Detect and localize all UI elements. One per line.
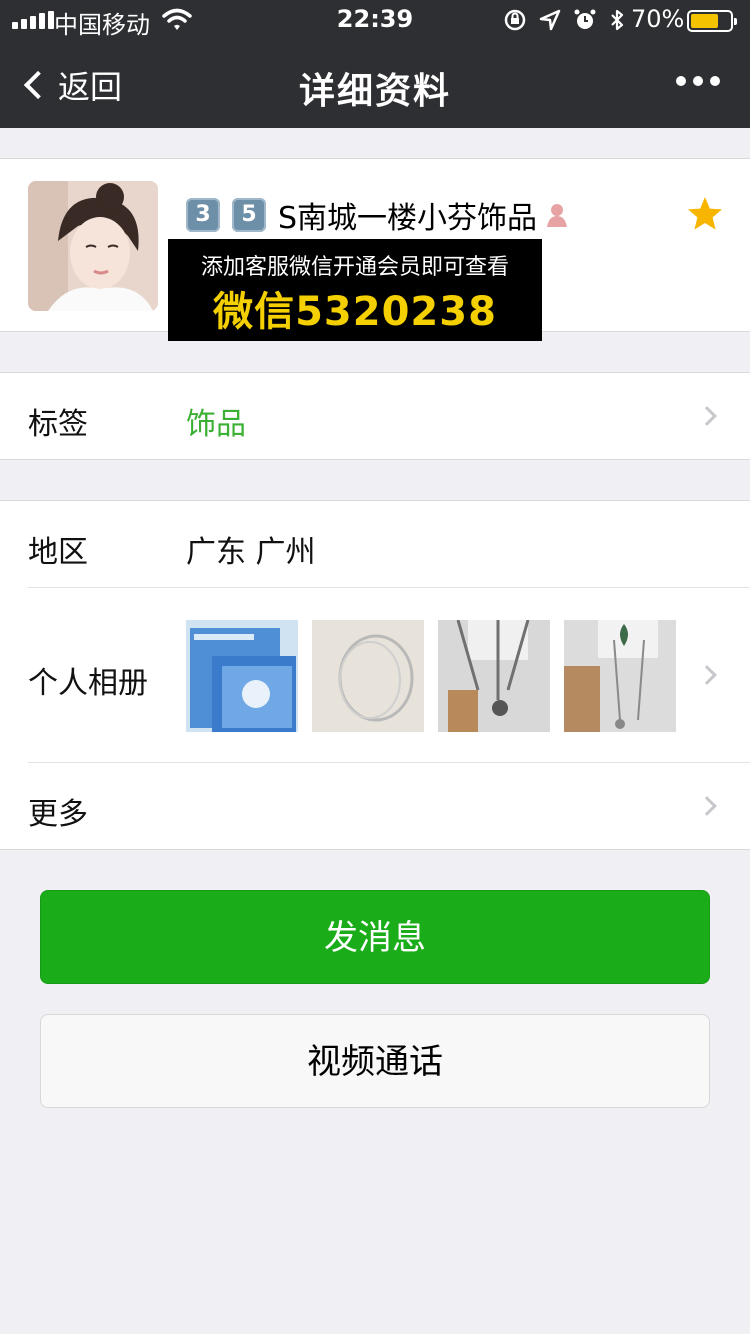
chevron-right-icon bbox=[697, 665, 717, 685]
album-photo bbox=[438, 620, 550, 732]
rotation-lock-icon bbox=[504, 9, 526, 31]
battery-icon bbox=[687, 10, 737, 32]
nav-bar: 返回 详细资料 bbox=[0, 40, 750, 128]
status-bar: 中国移动 22:39 70% bbox=[0, 0, 750, 40]
promo-overlay: 添加客服微信开通会员即可查看 微信5320238 bbox=[168, 239, 542, 341]
number-badge: 5 bbox=[232, 198, 266, 232]
contact-name: S南城一楼小芬饰品 bbox=[278, 201, 538, 236]
promo-line-2: 微信5320238 bbox=[213, 289, 497, 335]
album-photo bbox=[186, 620, 298, 732]
status-icons bbox=[503, 8, 625, 32]
region-row: 地区 广东 广州 bbox=[0, 501, 750, 587]
album-photo bbox=[564, 620, 676, 732]
info-group: 地区 广东 广州 个人相册 更多 bbox=[0, 500, 750, 850]
tags-value: 饰品 bbox=[186, 407, 246, 442]
region-value: 广东 广州 bbox=[186, 535, 316, 570]
more-row[interactable]: 更多 bbox=[0, 763, 750, 849]
top-bar: 中国移动 22:39 70% 返回 详细资料 bbox=[0, 0, 750, 128]
more-options-button[interactable] bbox=[676, 76, 720, 86]
dot-icon bbox=[710, 76, 720, 86]
send-message-button[interactable]: 发消息 bbox=[40, 890, 710, 984]
region-label: 地区 bbox=[28, 535, 88, 570]
profile-card: 3 5 S南城一楼小芬饰品 添加客服微信开通会员即可查看 微信5320238 bbox=[0, 158, 750, 341]
chevron-right-icon bbox=[697, 406, 717, 426]
dot-icon bbox=[676, 76, 686, 86]
video-call-button[interactable]: 视频通话 bbox=[40, 1014, 710, 1108]
more-label: 更多 bbox=[28, 797, 88, 832]
promo-line-1: 添加客服微信开通会员即可查看 bbox=[200, 255, 509, 280]
bluetooth-icon bbox=[611, 9, 624, 31]
album-photo bbox=[312, 620, 424, 732]
avatar[interactable] bbox=[28, 181, 158, 311]
tags-group: 标签 饰品 bbox=[0, 372, 750, 460]
album-label: 个人相册 bbox=[28, 666, 148, 701]
avatar-image bbox=[28, 181, 158, 311]
contact-name-row: 3 5 S南城一楼小芬饰品 bbox=[186, 193, 569, 237]
number-badge: 3 bbox=[186, 198, 220, 232]
female-icon bbox=[547, 204, 568, 227]
album-row[interactable]: 个人相册 bbox=[0, 588, 750, 762]
battery-fill bbox=[691, 14, 718, 28]
dot-icon bbox=[693, 76, 703, 86]
location-icon bbox=[539, 9, 561, 31]
album-thumbnails bbox=[186, 620, 676, 732]
alarm-icon bbox=[574, 9, 596, 29]
battery-percent: 70% bbox=[631, 5, 685, 33]
star-icon[interactable] bbox=[686, 195, 724, 233]
chevron-right-icon bbox=[697, 796, 717, 816]
tags-label: 标签 bbox=[28, 407, 88, 442]
page-title: 详细资料 bbox=[298, 71, 451, 112]
tags-row[interactable]: 标签 饰品 bbox=[0, 373, 750, 459]
